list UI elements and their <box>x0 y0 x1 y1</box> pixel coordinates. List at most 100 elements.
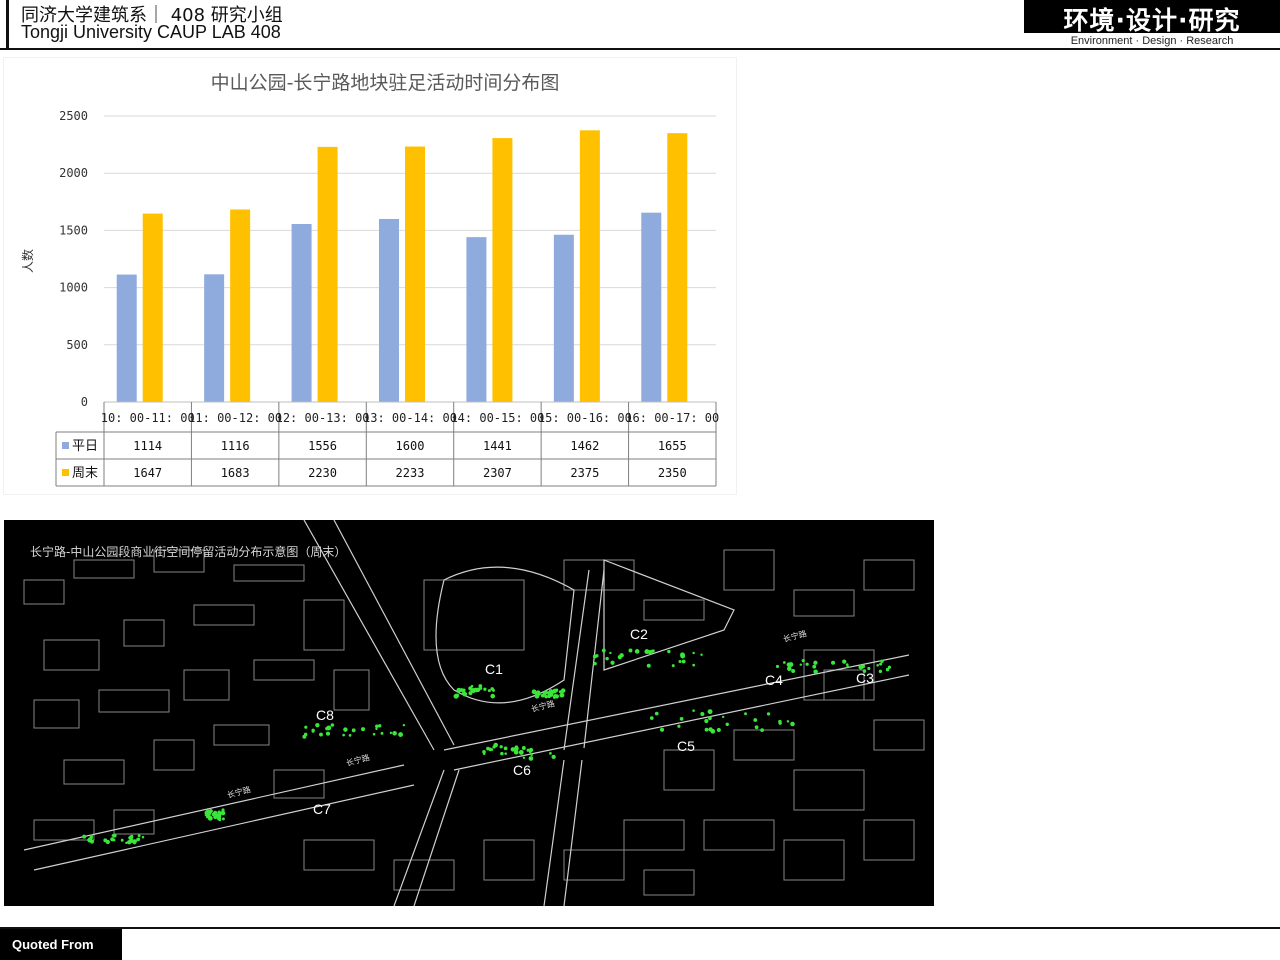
map-block <box>733 729 795 761</box>
data-table-value: 1683 <box>221 466 250 480</box>
map-block <box>303 599 345 651</box>
activity-dot <box>791 723 794 726</box>
activity-dot <box>375 727 378 731</box>
activity-dot <box>692 709 695 712</box>
map-block <box>98 689 170 713</box>
activity-dot <box>392 730 397 736</box>
activity-dot <box>650 649 655 653</box>
activity-dot <box>487 689 491 693</box>
data-table-value: 2307 <box>483 466 512 480</box>
activity-dot <box>681 659 686 664</box>
activity-dot <box>753 718 758 722</box>
map-block <box>623 819 685 851</box>
map-block <box>33 699 80 729</box>
x-tick-label: 11: 00-12: 00 <box>188 411 282 425</box>
activity-dot <box>221 808 225 812</box>
data-table-value: 1116 <box>221 439 250 453</box>
activity-dot <box>540 693 545 698</box>
x-tick-label: 15: 00-16: 00 <box>538 411 632 425</box>
activity-dot <box>315 722 320 728</box>
block-c1-outline <box>435 566 575 704</box>
activity-dot <box>462 691 468 697</box>
legend-swatch <box>62 469 69 476</box>
activity-dot <box>475 687 481 693</box>
activity-dot <box>786 666 792 672</box>
activity-dot <box>646 663 651 668</box>
bar-weekend <box>579 130 600 403</box>
activity-dot <box>499 745 503 749</box>
x-tick-label: 13: 00-14: 00 <box>363 411 457 425</box>
activity-dot <box>609 651 612 655</box>
activity-dot <box>470 684 474 688</box>
map-block <box>793 589 855 617</box>
map-block <box>863 559 915 591</box>
x-tick-label: 10: 00-11: 00 <box>101 411 195 425</box>
activity-dot <box>602 649 606 653</box>
bar-weekday <box>204 274 225 402</box>
activity-dot <box>137 834 141 838</box>
map-block <box>43 639 100 671</box>
activity-dot <box>207 815 213 821</box>
activity-dot <box>221 817 225 821</box>
zone-label: C8 <box>316 707 334 723</box>
activity-dot <box>550 690 555 694</box>
activity-dot <box>547 694 551 699</box>
map-block <box>793 769 865 811</box>
activity-map-panel: C1 C2 C3 C4 C5 C6 C7 C8 长宁路 长宁路 长宁路 长宁路 长宁路-中山公园段商业… <box>4 520 934 906</box>
map-block <box>233 564 305 582</box>
activity-dot <box>619 653 624 658</box>
y-tick-label: 500 <box>66 338 88 352</box>
activity-dot <box>610 660 615 665</box>
activity-dot <box>504 752 507 755</box>
activity-dot <box>716 727 721 733</box>
activity-dot <box>813 660 818 665</box>
activity-dot <box>707 709 713 715</box>
activity-dot <box>677 724 681 728</box>
map-block <box>643 869 695 896</box>
activity-dot <box>876 663 879 667</box>
activity-dot <box>380 731 384 735</box>
road-south-west <box>393 769 460 906</box>
activity-dot <box>671 664 675 668</box>
legend-swatch <box>62 442 69 449</box>
bar-weekend <box>230 209 251 402</box>
zone-label: C5 <box>677 738 695 754</box>
legend-label: 平日 <box>72 439 98 454</box>
logo-banner: 环境·设计·研究 <box>1024 0 1280 35</box>
activity-dot <box>760 728 765 733</box>
activity-dot <box>514 746 519 751</box>
activity-dot <box>654 711 659 716</box>
data-table-value: 2350 <box>658 466 687 480</box>
bar-weekday <box>466 237 487 402</box>
activity-dot <box>490 748 494 751</box>
activity-dot <box>455 694 459 698</box>
activity-dot <box>330 723 335 727</box>
activity-dot <box>492 745 496 749</box>
activity-dot <box>372 732 376 736</box>
activity-dot <box>348 734 352 737</box>
y-tick-label: 2000 <box>59 166 88 180</box>
bar-weekday <box>379 218 399 402</box>
activity-dot <box>326 725 332 731</box>
map-block <box>213 724 270 746</box>
map-block <box>193 604 255 626</box>
activity-dot <box>813 669 818 674</box>
activity-dot <box>125 841 128 845</box>
activity-dot <box>537 692 541 696</box>
map-block <box>863 819 915 861</box>
activity-dot <box>700 711 705 717</box>
map-block <box>663 749 715 791</box>
activity-dot <box>311 729 315 733</box>
activity-dot <box>389 731 393 735</box>
activity-dot <box>775 664 780 669</box>
activity-dot <box>459 688 464 692</box>
activity-dot <box>377 724 382 728</box>
activity-dot <box>521 746 526 750</box>
activity-dot <box>211 812 216 817</box>
activity-dot <box>812 664 817 669</box>
activity-dot <box>522 756 526 760</box>
activity-dot <box>478 685 482 689</box>
data-table-value: 1556 <box>308 439 337 453</box>
activity-dot <box>880 659 884 663</box>
activity-dot <box>744 712 747 716</box>
